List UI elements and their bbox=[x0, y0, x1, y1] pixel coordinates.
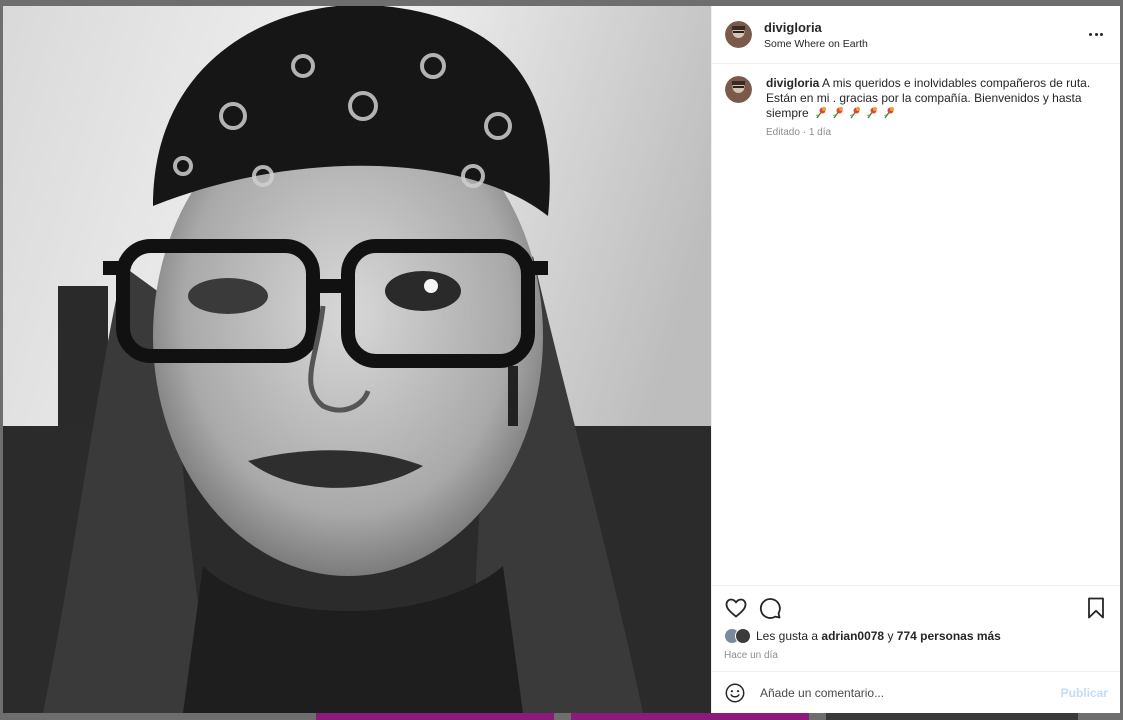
avatar[interactable] bbox=[725, 21, 752, 48]
likes-connector: y bbox=[887, 629, 894, 643]
comment-icon[interactable] bbox=[758, 596, 782, 620]
post-username[interactable]: divigloria bbox=[764, 20, 1084, 35]
caption-avatar[interactable] bbox=[725, 76, 752, 103]
header-text: divigloria Some Where on Earth bbox=[764, 20, 1084, 50]
rose-icon bbox=[867, 107, 878, 119]
more-options-button[interactable] bbox=[1084, 23, 1108, 47]
comment-input[interactable] bbox=[758, 684, 1061, 701]
liker-avatars[interactable] bbox=[724, 628, 756, 644]
rose-icon bbox=[850, 107, 861, 119]
rose-icon bbox=[833, 107, 844, 119]
post-sidebar: divigloria Some Where on Earth diviglori… bbox=[711, 6, 1120, 713]
post-modal: divigloria Some Where on Earth diviglori… bbox=[3, 6, 1120, 713]
portrait-image bbox=[3, 6, 711, 713]
caption-meta: Editado · 1 día bbox=[766, 127, 1108, 138]
post-header: divigloria Some Where on Earth bbox=[712, 6, 1120, 64]
likes-others[interactable]: 774 personas más bbox=[897, 629, 1001, 643]
heart-icon[interactable] bbox=[724, 596, 748, 620]
likes-summary: Les gusta a adrian0078 y 774 personas má… bbox=[724, 628, 1108, 644]
caption-username[interactable]: divigloria bbox=[766, 76, 819, 90]
likes-prefix: Les gusta a bbox=[756, 629, 819, 643]
edited-age[interactable]: 1 día bbox=[809, 127, 831, 138]
publish-button[interactable]: Publicar bbox=[1061, 686, 1108, 700]
post-timestamp[interactable]: Hace un día bbox=[724, 650, 1108, 661]
caption-body: divigloria A mis queridos e inolvidables… bbox=[766, 76, 1108, 138]
post-location[interactable]: Some Where on Earth bbox=[764, 38, 1084, 50]
rose-icon bbox=[816, 107, 827, 119]
actions-section: Les gusta a adrian0078 y 774 personas má… bbox=[712, 585, 1120, 671]
edited-label: Editado bbox=[766, 127, 800, 138]
more-dots-icon bbox=[1089, 33, 1093, 36]
likes-first-user[interactable]: adrian0078 bbox=[821, 629, 884, 643]
meta-separator: · bbox=[802, 127, 807, 138]
bookmark-icon[interactable] bbox=[1084, 596, 1108, 620]
post-photo[interactable] bbox=[3, 6, 711, 713]
rose-icon bbox=[884, 107, 895, 119]
action-icons bbox=[724, 596, 1108, 620]
emoji-icon[interactable] bbox=[724, 682, 746, 704]
comment-box: Publicar bbox=[712, 671, 1120, 713]
caption-row: divigloria A mis queridos e inolvidables… bbox=[725, 76, 1108, 138]
caption-emojis bbox=[812, 106, 897, 120]
liker-avatar bbox=[735, 628, 751, 644]
comments-section: divigloria A mis queridos e inolvidables… bbox=[712, 64, 1120, 585]
caption-text: divigloria A mis queridos e inolvidables… bbox=[766, 76, 1108, 121]
